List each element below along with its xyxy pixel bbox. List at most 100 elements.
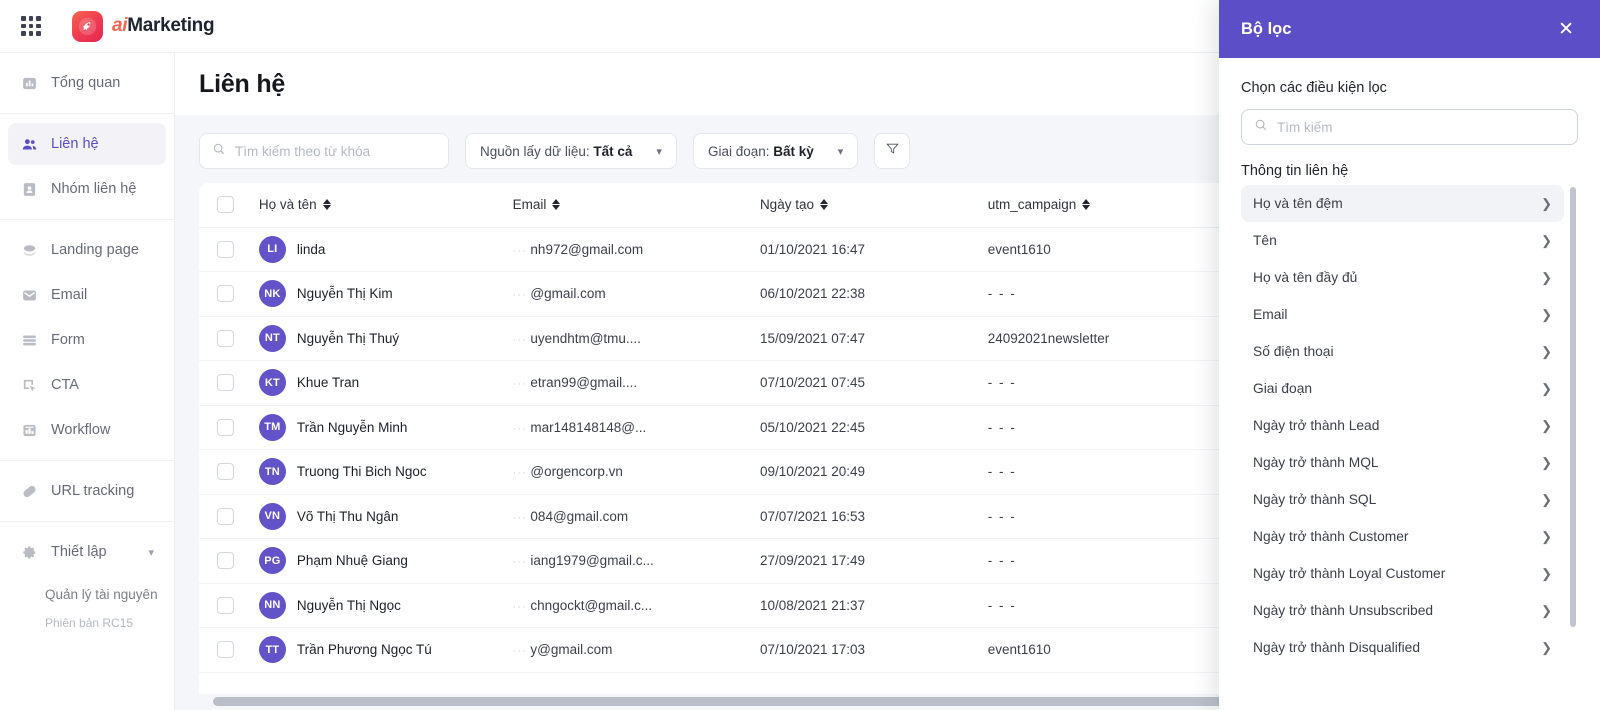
contacts-icon [20,135,39,154]
row-checkbox[interactable] [217,641,234,659]
filter-condition-item[interactable]: Ngày trở thành MQL ❯ [1241,444,1564,481]
sidebar-item-email[interactable]: Email [8,274,166,316]
sidebar-item-cta[interactable]: CTA [8,364,166,406]
filter-button[interactable] [874,133,911,169]
app-root: aiMarketing Tổng quan Liên hệ Nhóm liên … [0,0,1600,710]
chevron-right-icon: ❯ [1541,232,1552,248]
search-icon [1254,118,1268,137]
filter-condition-item[interactable]: Họ và tên đầy đủ ❯ [1241,259,1564,296]
cta-icon [20,376,39,395]
filter-drawer-header: Bộ lọc ✕ [1219,0,1600,58]
row-checkbox[interactable] [217,374,234,392]
sort-icon[interactable] [1082,198,1091,211]
sidebar-item-url-tracking[interactable]: URL tracking [8,470,166,512]
contact-name: Nguyễn Thị Kim [296,286,393,302]
source-select[interactable]: Nguồn lấy dữ liệu: Tất cả ▾ [465,133,677,169]
filter-condition-item[interactable]: Ngày trở thành SQL ❯ [1241,481,1564,518]
filter-condition-item[interactable]: Ngày trở thành Lead ❯ [1241,407,1564,444]
row-select-cell [199,583,259,628]
column-label: utm_campaign [987,197,1077,213]
column-label: Họ và tên [258,197,317,213]
scrollbar-thumb[interactable] [213,697,1250,706]
filter-search-box[interactable] [1241,109,1578,145]
cell-email: ··· @orgencorp.vn [512,449,760,495]
filter-condition-label: Email [1253,307,1288,322]
cell-name: NK Nguyễn Thị Kim [258,271,513,317]
stage-select-label: Giai đoạn: [707,143,770,159]
sidebar-item-workflow[interactable]: Workflow [8,409,166,451]
select-all-checkbox[interactable] [217,196,234,214]
sort-icon[interactable] [322,198,332,211]
filter-condition-item[interactable]: Tên ❯ [1241,222,1564,259]
column-header-utm-campaign[interactable]: utm_campaign [987,183,1222,228]
sidebar-item-lien-he[interactable]: Liên hệ [8,123,166,165]
row-checkbox[interactable] [217,418,234,436]
column-header-name[interactable]: Họ và tên [258,183,513,228]
stage-select[interactable]: Giai đoạn: Bất kỳ ▾ [692,133,859,169]
cell-name: LI linda [258,227,513,272]
sidebar-group-tools: Landing page Email Form CTA Workflow [0,220,174,460]
sidebar-item-landing-page[interactable]: Landing page [8,229,166,271]
row-checkbox[interactable] [217,285,234,303]
cell-email: ··· mar148148148@... [512,405,760,450]
filter-condition-item[interactable]: Giai đoạn ❯ [1241,370,1564,407]
contact-email: iang1979@gmail.c... [530,553,654,569]
avatar: TT [258,636,286,664]
filter-condition-item[interactable]: Ngày trở thành Unsubscribed ❯ [1241,592,1564,629]
filter-condition-item[interactable]: Ngày trở thành Customer ❯ [1241,518,1564,555]
filter-condition-item[interactable]: Ngày trở thành Disqualified ❯ [1241,629,1564,666]
sidebar-group-contacts: Liên hệ Nhóm liên hệ [0,114,174,219]
cell-utm-campaign: - - - [987,583,1222,628]
chevron-right-icon: ❯ [1541,565,1552,581]
filter-condition-item[interactable]: Số điện thoại ❯ [1241,333,1564,370]
column-header-email[interactable]: Email [512,183,760,228]
sort-icon[interactable] [819,198,829,211]
sidebar-item-nhom-lien-he[interactable]: Nhóm liên hệ [8,168,166,210]
sidebar-item-form[interactable]: Form [8,319,166,361]
row-checkbox[interactable] [217,463,234,481]
keyword-search-box[interactable] [199,133,449,169]
cell-name: TN Truong Thi Bich Ngoc [258,449,513,495]
filter-search-input[interactable] [1277,119,1565,135]
sidebar-item-tong-quan[interactable]: Tổng quan [8,62,166,104]
form-icon [20,331,39,350]
contact-email: 084@gmail.com [530,508,629,524]
sidebar: Tổng quan Liên hệ Nhóm liên hệ Landing p… [0,53,175,710]
sidebar-item-label: Tổng quan [51,75,121,91]
cell-created: 01/10/2021 16:47 [759,227,988,272]
contact-name: Trần Nguyễn Minh [296,419,408,435]
workflow-icon [20,421,39,440]
contact-name: Trần Phương Ngọc Tú [296,642,432,658]
cell-name: NT Nguyễn Thị Thuý [258,316,513,361]
row-select-cell [199,405,259,450]
contact-name: linda [296,241,326,257]
apps-grid-icon[interactable] [16,11,46,41]
brand-logo[interactable]: aiMarketing [72,10,215,42]
cell-utm-campaign: - - - [987,538,1222,584]
row-checkbox[interactable] [217,240,234,258]
filter-condition-item[interactable]: Ngày trở thành Loyal Customer ❯ [1241,555,1564,592]
sidebar-item-label: Workflow [51,422,111,438]
dashboard-icon [20,74,39,93]
chevron-down-icon: ▾ [656,145,662,158]
funnel-icon [885,141,900,161]
search-input[interactable] [235,143,436,159]
sidebar-version-label: Phiên bản RC15 [45,616,134,630]
contact-email: @orgencorp.vn [530,464,623,480]
column-header-created[interactable]: Ngày tạo [759,183,988,228]
cell-email: ··· chngockt@gmail.c... [512,583,760,628]
filter-condition-item[interactable]: Email ❯ [1241,296,1564,333]
filter-condition-label: Họ và tên đầy đủ [1253,270,1358,285]
sidebar-item-thiet-lap[interactable]: Thiết lập ▾ [8,531,166,573]
sidebar-subitem-quan-ly-tai-nguyen[interactable]: Quản lý tài nguyên [0,576,174,612]
filter-list-scrollbar[interactable] [1570,187,1576,627]
sort-icon[interactable] [552,198,561,211]
row-checkbox[interactable] [217,552,234,570]
cell-name: NN Nguyễn Thị Ngọc [258,583,513,628]
row-checkbox[interactable] [217,507,234,525]
row-checkbox[interactable] [217,329,234,347]
close-icon[interactable]: ✕ [1554,16,1578,43]
row-checkbox[interactable] [217,596,234,614]
redacted-prefix: ··· [512,378,527,391]
filter-condition-item[interactable]: Họ và tên đệm ❯ [1241,185,1564,222]
